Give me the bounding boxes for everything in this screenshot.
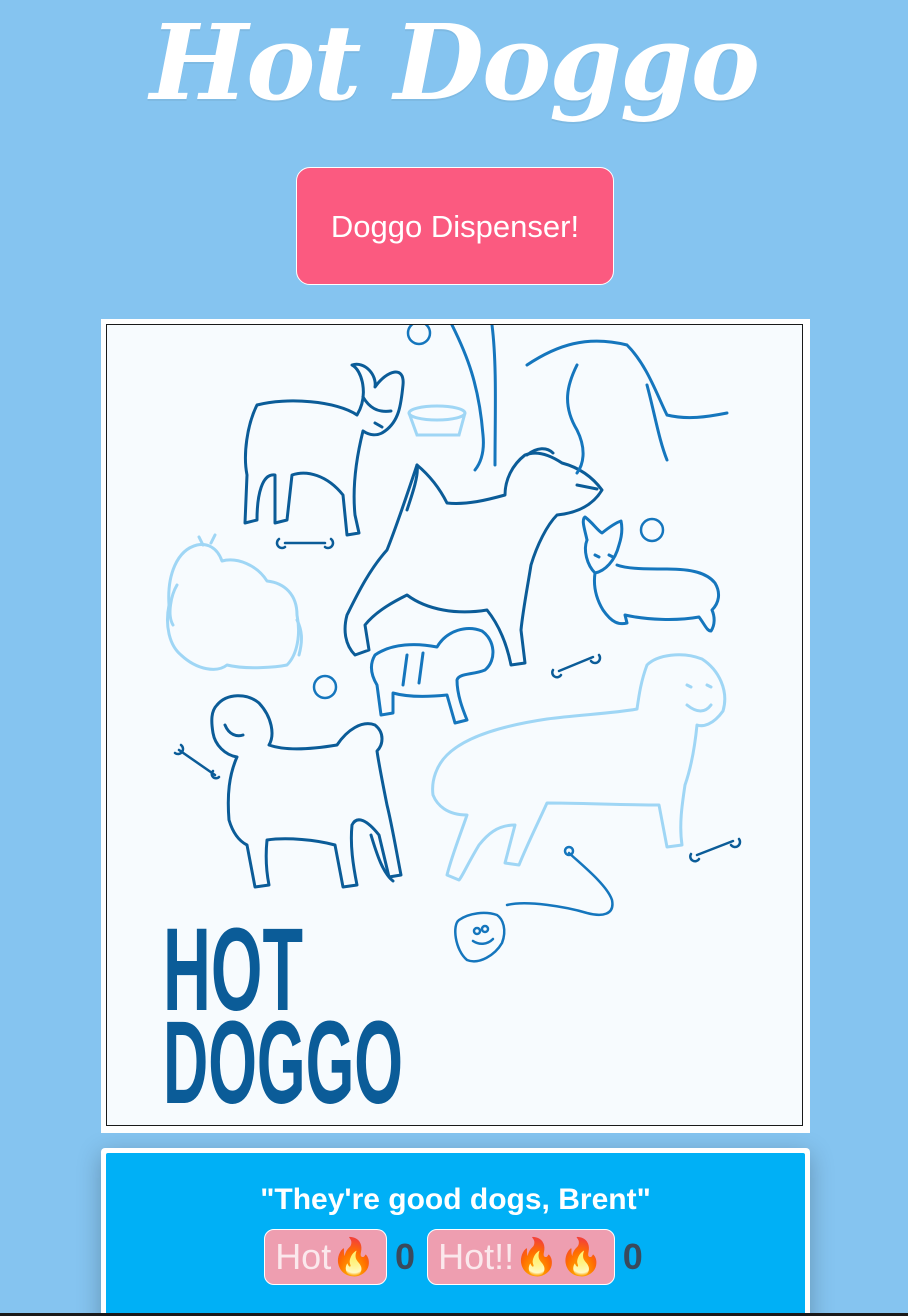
schnauzer-icon: [343, 447, 604, 667]
very-hot-vote-button[interactable]: Hot!!🔥🔥: [427, 1229, 615, 1285]
caption-card-inner: "They're good dogs, Brent" Hot🔥 0 Hot!!🔥…: [106, 1153, 805, 1316]
dog-quote: "They're good dogs, Brent": [260, 1183, 651, 1216]
page: Hot Doggo Doggo Dispenser! HOT DOGGO "Th…: [0, 0, 908, 1316]
fluffy-dog-icon: [166, 533, 303, 671]
pointer-dog-icon: [210, 694, 403, 889]
top-dog-icon: [450, 325, 729, 475]
logo-doggo: DOGGO: [163, 997, 403, 1124]
site-title: Hot Doggo: [149, 1, 760, 124]
retriever-icon: [431, 653, 727, 882]
corgi-icon: [581, 515, 721, 633]
dog-illustration: HOT DOGGO: [163, 325, 742, 1124]
dog-image-frame: HOT DOGGO: [101, 319, 810, 1133]
hot-vote-button[interactable]: Hot🔥: [264, 1229, 388, 1285]
boston-terrier-icon: [243, 362, 405, 537]
leash-icon: [454, 845, 614, 963]
vote-row: Hot🔥 0 Hot!!🔥🔥 0: [106, 1229, 805, 1285]
doggo-dispenser-button[interactable]: Doggo Dispenser!: [296, 167, 614, 285]
very-hot-vote-count: 0: [622, 1236, 643, 1277]
caption-card: "They're good dogs, Brent" Hot🔥 0 Hot!!🔥…: [101, 1148, 810, 1316]
hot-vote-count: 0: [395, 1236, 416, 1277]
dog-image: HOT DOGGO: [106, 324, 803, 1126]
bulldog-icon: [369, 627, 495, 725]
dog-bowl-icon: [407, 404, 467, 437]
